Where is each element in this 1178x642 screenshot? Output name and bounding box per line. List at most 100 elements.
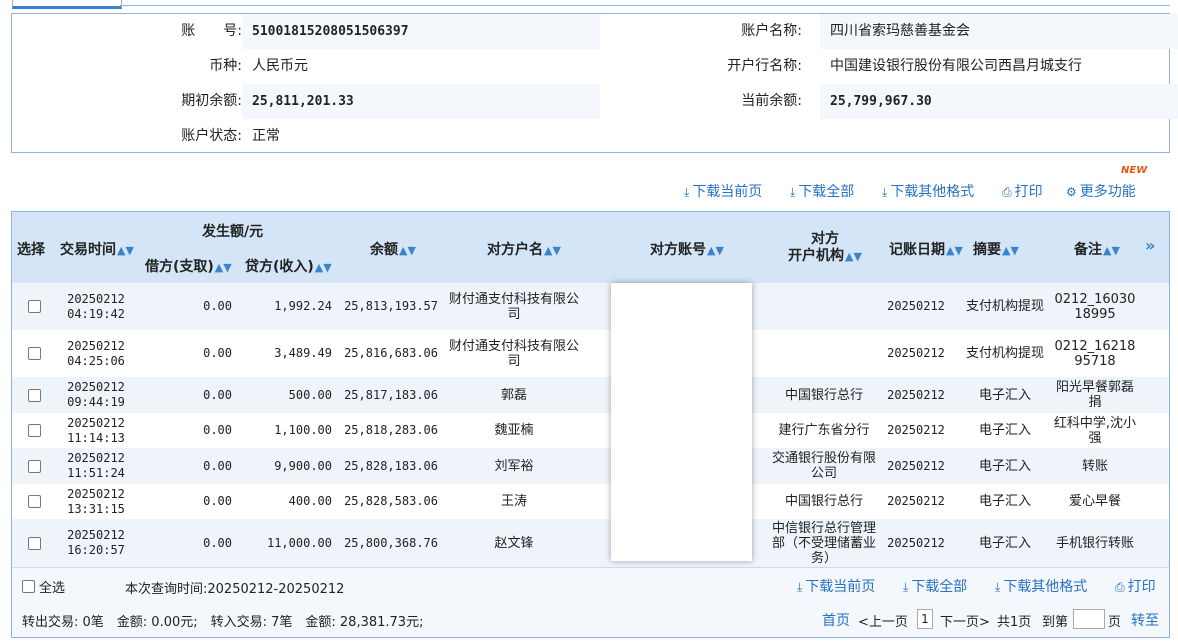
cell-debit: 0.00 [203, 387, 232, 402]
current-balance: 25,799,967.30 [820, 84, 1178, 119]
header-party-bank[interactable]: 对方 开户机构▲▼ [788, 231, 862, 265]
printer-icon: ⎙ [1002, 185, 1012, 199]
cell-party: 郭磊 [500, 387, 527, 403]
table-row[interactable]: 20250212 04:19:42 0.00 1,992.24 25,813,193.5… [12, 283, 1169, 330]
account-status: 正常 [252, 128, 280, 144]
header-credit[interactable]: 贷方(收入)▲▼ [245, 256, 332, 276]
table-row[interactable]: 20250212 09:44:19 0.00 500.00 25,817,183.06 郭… [12, 377, 1169, 413]
row-checkbox[interactable] [27, 536, 41, 550]
info-row: 账 号: 51001815208051506397 账户名称: 四川省索玛慈善基… [12, 14, 1178, 49]
cell-select [12, 377, 56, 413]
row-date: 20250212 [67, 338, 125, 353]
cell-credit: 500.00 [288, 387, 332, 402]
print-button[interactable]: ⎙ 打印 [1002, 181, 1043, 201]
row-checkbox[interactable] [27, 388, 41, 402]
cell-post: 20250212 [887, 535, 945, 550]
table-row[interactable]: 20250212 11:51:24 0.00 9,900.00 25,828,183.0… [12, 448, 1169, 484]
cell-select [12, 484, 56, 519]
row-date: 20250212 [67, 486, 125, 501]
current-page: 1 [917, 609, 933, 629]
info-row: 期初余额: 25,811,201.33 当前余额: 25,799,967.30 [12, 84, 1178, 119]
table-row[interactable]: 20250212 11:14:13 0.00 1,100.00 25,818,283.0… [12, 413, 1169, 448]
cell-time: 20250212 11:14:13 [56, 413, 136, 448]
cell-post: 20250212 [887, 494, 945, 508]
table-row[interactable]: 20250212 13:31:15 0.00 400.00 25,828,583.06 王… [12, 484, 1169, 519]
row-checkbox[interactable] [27, 495, 41, 508]
header-remark[interactable]: 备注▲▼ [1074, 239, 1120, 259]
cell-party: 财付通支付科技有限公司 [448, 338, 579, 369]
printer-icon: ⎙ [1115, 580, 1125, 594]
download-icon: ⤓ [903, 580, 909, 594]
footer-download-all-button[interactable]: ⤓ 下载全部 [903, 576, 967, 596]
row-time: 13:31:15 [67, 501, 125, 516]
row-checkbox[interactable] [27, 347, 41, 360]
download-current-button[interactable]: ⤓ 下载当前页 [684, 181, 762, 201]
cell-party: 魏亚楠 [494, 423, 534, 438]
download-icon: ⤓ [797, 580, 803, 594]
footer-download-current-button[interactable]: ⤓ 下载当前页 [797, 576, 875, 596]
next-page-link[interactable]: 下一页> [940, 611, 990, 630]
header-post-date[interactable]: 记账日期▲▼ [889, 239, 963, 259]
cell-remark: 爱心早餐 [1068, 494, 1121, 509]
table-row[interactable]: 20250212 04:25:06 0.00 3,489.49 25,816,683.0… [12, 330, 1169, 377]
cell-post: 20250212 [887, 387, 945, 402]
header-summary[interactable]: 摘要▲▼ [973, 239, 1019, 259]
first-page-link[interactable]: 首页 [822, 610, 850, 630]
download-all-button[interactable]: ⤓ 下载全部 [790, 181, 854, 201]
footer-download-other-button[interactable]: ⤓ 下载其他格式 [995, 576, 1087, 596]
row-date: 20250212 [67, 380, 125, 394]
cell-balance: 25,828,183.06 [344, 458, 438, 473]
cell-bank [772, 283, 876, 330]
more-functions-button[interactable]: ⚙ 更多功能 [1066, 181, 1136, 201]
cell-bank: 中国银行总行 [784, 387, 863, 403]
header-debit[interactable]: 借方(支取)▲▼ [145, 256, 232, 276]
cell-balance: 25,813,193.57 [344, 299, 438, 313]
download-other-button[interactable]: ⤓ 下载其他格式 [882, 181, 974, 201]
cell-summary: 支付机构提现 [965, 346, 1044, 361]
gear-icon: ⚙ [1066, 185, 1077, 199]
cell-summary: 电子汇入 [978, 458, 1031, 474]
bank-label: 开户行名称: [727, 58, 802, 74]
cell-balance: 25,800,368.76 [344, 535, 438, 550]
table-row[interactable]: 20250212 16:20:57 0.00 11,000.00 25,800,368.… [12, 519, 1169, 567]
row-checkbox[interactable] [27, 300, 41, 313]
cell-debit: 0.00 [203, 423, 232, 437]
header-party-name[interactable]: 对方户名▲▼ [487, 239, 561, 259]
cell-post: 20250212 [887, 346, 945, 360]
footer-print-button[interactable]: ⎙ 打印 [1115, 576, 1156, 596]
expand-columns-icon[interactable]: » [1145, 236, 1155, 255]
row-date: 20250212 [67, 415, 125, 430]
cell-remark: 红科中学,沈小强 [1053, 415, 1137, 446]
cell-time: 20250212 04:19:42 [56, 283, 136, 330]
cell-credit: 3,489.49 [274, 346, 332, 360]
select-all-checkbox[interactable] [22, 580, 35, 593]
download-icon: ⤓ [995, 580, 1001, 594]
prev-page-link[interactable]: <上一页 [858, 611, 908, 630]
cell-summary: 电子汇入 [978, 535, 1031, 551]
table-footer: 全选 本次查询时间:20250212-20250212 ⤓ 下载当前页 ⤓ 下载全部… [12, 567, 1169, 637]
cell-debit: 0.00 [203, 299, 232, 313]
redacted-account-column [611, 283, 752, 561]
header-amount-group: 发生额/元 [202, 224, 264, 240]
row-checkbox[interactable] [27, 459, 41, 473]
cell-time: 20250212 13:31:15 [56, 484, 136, 519]
goto-button[interactable]: 转至 [1131, 610, 1159, 630]
row-date: 20250212 [67, 528, 125, 542]
header-select: 选择 [17, 242, 45, 258]
active-tab[interactable] [12, 0, 122, 9]
cell-remark: 0212_16218 95718 [1054, 338, 1136, 369]
select-all[interactable]: 全选 [22, 577, 65, 596]
cell-time: 20250212 16:20:57 [56, 519, 136, 567]
row-time: 09:44:19 [67, 395, 125, 409]
cell-post: 20250212 [887, 299, 945, 313]
header-balance[interactable]: 余额▲▼ [370, 239, 416, 259]
cell-select [12, 448, 56, 484]
header-time[interactable]: 交易时间▲▼ [60, 239, 134, 259]
row-time: 04:25:06 [67, 353, 125, 368]
goto-page-input[interactable] [1073, 609, 1105, 629]
account-number: 51001815208051506397 [242, 14, 600, 49]
current-balance-label: 当前余额: [741, 93, 802, 109]
row-checkbox[interactable] [27, 424, 41, 437]
cell-balance: 25,816,683.06 [344, 346, 438, 360]
header-party-account[interactable]: 对方账号▲▼ [650, 239, 724, 259]
